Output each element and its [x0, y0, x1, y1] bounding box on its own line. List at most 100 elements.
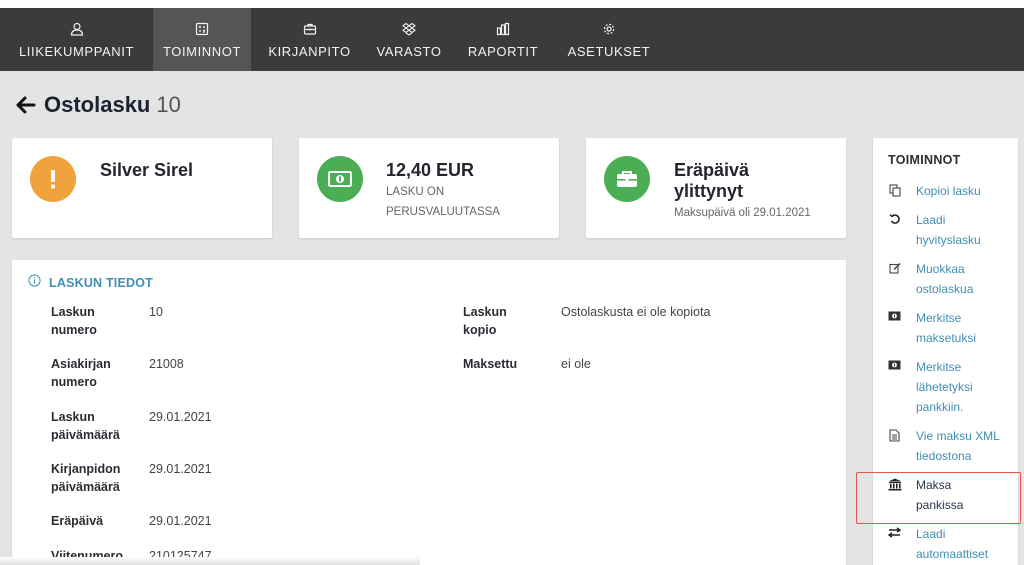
label-line: pankkiin.: [916, 400, 964, 414]
due-card: Eräpäivä ylittynyt Maksupäivä oli 29.01.…: [586, 138, 846, 238]
action-mark-sent-to-bank[interactable]: Merkitse lähetetyksi pankkiin.: [873, 357, 1018, 417]
actions-panel: TOIMINNOT Kopioi lasku Laadi hyvityslasku…: [873, 138, 1018, 565]
label-line: hyvityslasku: [916, 233, 981, 247]
page-title: Ostolasku: [44, 92, 151, 117]
partner-name[interactable]: Silver Sirel: [100, 160, 193, 181]
arrow-left-icon[interactable]: [16, 94, 38, 116]
currency-note-line: LASKU ON: [386, 186, 445, 198]
field-label: Kirjanpidon päivämäärä: [51, 460, 131, 496]
field-label: Laskun numero: [51, 303, 131, 339]
nav-item-kirjanpito[interactable]: KIRJANPITO: [251, 8, 368, 71]
banknote-icon: [317, 156, 363, 202]
field-value: 29.01.2021: [149, 462, 212, 476]
nav-label: TOIMINNOT: [162, 44, 242, 59]
field-label: Laskun kopio: [463, 303, 543, 339]
label-line: pankissa: [916, 498, 964, 512]
briefcase-icon: [604, 156, 650, 202]
nav-item-varasto[interactable]: VARASTO: [368, 8, 450, 71]
nav-label: ASETUKSET: [567, 44, 651, 59]
partner-card: Silver Sirel: [12, 138, 272, 238]
bottom-shadow: [0, 557, 420, 565]
due-status: Eräpäivä ylittynyt: [674, 160, 749, 202]
field-label: Laskun päivämäärä: [51, 408, 131, 444]
label-line: Merkitse: [916, 311, 962, 325]
label-line: päivämäärä: [51, 480, 120, 494]
due-status-line: Eräpäivä: [674, 160, 750, 180]
label-line: numero: [51, 323, 97, 337]
nav-item-liikekumppanit[interactable]: LIIKEKUMPPANIT: [0, 8, 153, 71]
field-value: 21008: [149, 357, 184, 371]
amount-card: 12,40 EUR LASKU ON PERUSVALUUTASSA: [299, 138, 559, 238]
nav-item-raportit[interactable]: RAPORTIT: [450, 8, 556, 71]
page-heading: Ostolasku 10: [16, 92, 181, 118]
gear-icon: [602, 20, 616, 38]
action-label: Vie maksu XML tiedostona: [916, 426, 1012, 466]
nav-label: KIRJANPITO: [268, 44, 351, 59]
label-line: Laskun: [463, 305, 507, 319]
user-icon: [70, 20, 84, 38]
nav-item-asetukset[interactable]: ASETUKSET: [556, 8, 662, 71]
edit-icon: [873, 259, 916, 299]
label-line: automaattiset: [916, 547, 989, 561]
label-line: Eräpäivä: [51, 514, 104, 528]
label-line: Vie maksu XML: [916, 429, 1000, 443]
payment-date-note: Maksupäivä oli 29.01.2021: [674, 207, 811, 219]
label-line: numero: [51, 375, 97, 389]
action-copy-invoice[interactable]: Kopioi lasku: [873, 181, 1018, 201]
field-value: 29.01.2021: [149, 410, 212, 424]
label-line: Kirjanpidon: [51, 462, 121, 476]
action-label: Merkitse maksetuksi: [916, 308, 1012, 348]
label-line: Muokkaa: [916, 262, 965, 276]
action-edit-invoice[interactable]: Muokkaa ostolaskua: [873, 259, 1018, 299]
field-value: 10: [149, 305, 163, 319]
action-label: Kopioi lasku: [916, 181, 1012, 201]
field-value: 29.01.2021: [149, 514, 212, 528]
nav-item-toiminnot[interactable]: TOIMINNOT: [153, 8, 251, 71]
copy-icon: [873, 181, 916, 201]
action-label: Laadi automaattiset: [916, 524, 1012, 564]
action-mark-paid[interactable]: Merkitse maksetuksi: [873, 308, 1018, 348]
bar-chart-icon: [496, 20, 510, 38]
label-line: Laskun: [51, 410, 95, 424]
undo-icon: [873, 210, 916, 250]
briefcase-icon: [303, 20, 317, 38]
field-value: ei ole: [561, 357, 591, 371]
money-icon: [873, 357, 916, 417]
invoice-details-panel: LASKUN TIEDOT Laskun numero 10 Asiakirjan…: [12, 260, 846, 565]
label-line: tiedostona: [916, 449, 972, 463]
label-line: päivämäärä: [51, 428, 120, 442]
action-label: Muokkaa ostolaskua: [916, 259, 1012, 299]
main-navigation: LIIKEKUMPPANIT TOIMINNOT KIRJANPITO VARA…: [0, 8, 1024, 71]
action-pay-in-bank[interactable]: Maksa pankissa: [873, 475, 1018, 515]
exclamation-icon: [30, 156, 76, 202]
label-line: lähetetyksi: [916, 380, 973, 394]
details-header: LASKUN TIEDOT: [28, 274, 153, 292]
info-icon: [28, 274, 41, 292]
money-icon: [873, 308, 916, 348]
action-create-automatic[interactable]: Laadi automaattiset: [873, 524, 1018, 564]
details-title: LASKUN TIEDOT: [49, 276, 153, 290]
field-label: Eräpäivä: [51, 512, 131, 530]
label-line: Laadi: [916, 213, 946, 227]
file-icon: [873, 426, 916, 466]
browser-top-strip: [0, 0, 1024, 8]
exchange-icon: [873, 524, 916, 564]
field-value: Ostolaskusta ei ole kopiota: [561, 305, 711, 319]
field-label: Maksettu: [463, 355, 543, 373]
action-export-xml[interactable]: Vie maksu XML tiedostona: [873, 426, 1018, 466]
label-line: Laskun: [51, 305, 95, 319]
currency-note: LASKU ON PERUSVALUUTASSA: [386, 182, 500, 222]
label-line: ostolaskua: [916, 282, 974, 296]
action-label: Laadi hyvityslasku: [916, 210, 1012, 250]
label-line: Laadi: [916, 527, 946, 541]
invoice-number: 10: [156, 92, 181, 117]
action-credit-note[interactable]: Laadi hyvityslasku: [873, 210, 1018, 250]
action-label: Maksa pankissa: [916, 475, 1012, 515]
label-line: kopio: [463, 323, 497, 337]
calculator-icon: [195, 20, 209, 38]
label-line: Maksa: [916, 478, 952, 492]
label-line: Merkitse: [916, 360, 962, 374]
action-label: Merkitse lähetetyksi pankkiin.: [916, 357, 1012, 417]
dropbox-icon: [402, 20, 416, 38]
currency-note-line: PERUSVALUUTASSA: [386, 206, 500, 218]
